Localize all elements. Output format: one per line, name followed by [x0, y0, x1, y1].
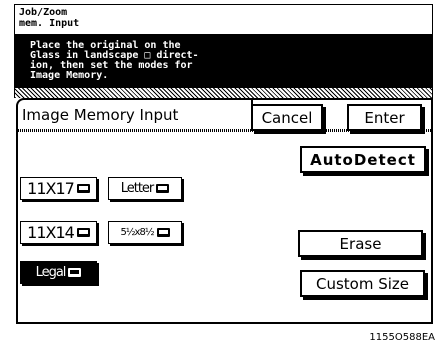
figure-id: 1155O588EA	[369, 332, 435, 343]
paper-size-11x17-button[interactable]: 11X17	[20, 177, 97, 200]
landscape-paper-icon	[156, 184, 170, 193]
cancel-button[interactable]: Cancel	[251, 104, 323, 131]
custom-size-button[interactable]: Custom Size	[300, 270, 425, 297]
panel-title-bar: Image Memory Input	[18, 100, 253, 128]
hatched-separator	[14, 88, 433, 98]
paper-size-5-5x8-5-button[interactable]: 5½x8½	[108, 221, 182, 244]
paper-size-11x14-button[interactable]: 11X14	[20, 221, 97, 244]
paper-size-legal-button[interactable]: Legal	[20, 261, 97, 284]
header-line-2: mem. Input	[19, 18, 80, 29]
screen-header: Job/Zoom mem. Input	[14, 4, 433, 34]
enter-button[interactable]: Enter	[347, 104, 422, 131]
autodetect-button[interactable]: AutoDetect	[300, 146, 426, 173]
landscape-paper-icon	[76, 228, 90, 237]
paper-size-label: 5½x8½	[120, 227, 154, 238]
paper-size-letter-button[interactable]: Letter	[108, 177, 182, 200]
panel-title: Image Memory Input	[22, 106, 179, 124]
landscape-paper-icon	[68, 268, 82, 277]
erase-button[interactable]: Erase	[298, 230, 423, 257]
instruction-message: Place the original on the Glass in landsc…	[14, 34, 433, 88]
header-line-1: Job/Zoom	[19, 7, 68, 18]
message-line-4: Image Memory.	[30, 70, 109, 81]
paper-size-label: Legal	[35, 265, 67, 280]
paper-size-label: Letter	[120, 181, 155, 196]
paper-size-label: 11X17	[27, 179, 75, 198]
landscape-paper-icon	[156, 228, 170, 237]
landscape-paper-icon	[76, 184, 90, 193]
paper-size-label: 11X14	[27, 223, 75, 242]
